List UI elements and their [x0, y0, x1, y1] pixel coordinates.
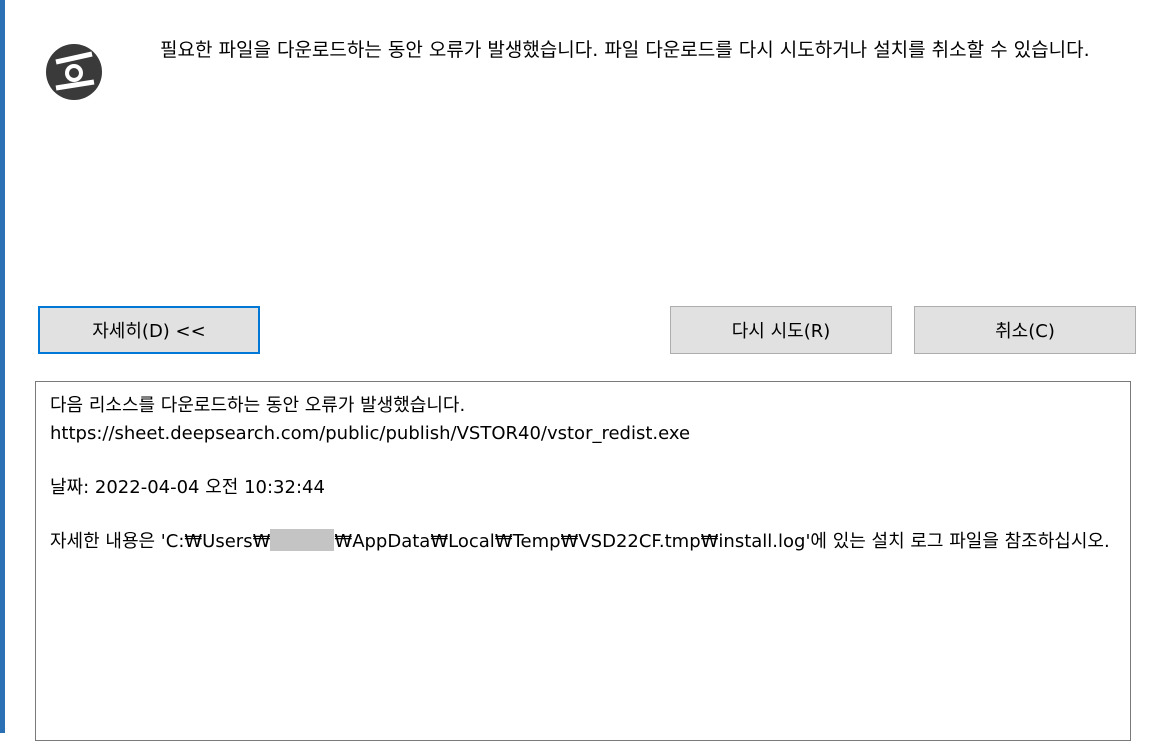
details-log-path: 자세한 내용은 'C:₩Users₩ ₩AppData₩Local₩Temp₩VS…: [50, 528, 1116, 556]
details-resource-url: https://sheet.deepsearch.com/public/publ…: [50, 423, 691, 444]
details-date: 날짜: 2022-04-04 오전 10:32:44: [50, 477, 325, 498]
installer-disc-icon: [46, 44, 102, 100]
details-text-area[interactable]: 다음 리소스를 다운로드하는 동안 오류가 발생했습니다. https://sh…: [35, 381, 1131, 741]
error-message: 필요한 파일을 다운로드하는 동안 오류가 발생했습니다. 파일 다운로드를 다…: [160, 39, 1090, 61]
redacted-username: [270, 529, 335, 551]
retry-button[interactable]: 다시 시도(R): [670, 306, 892, 354]
log-path-suffix: ₩AppData₩Local₩Temp₩VSD22CF.tmp₩install.…: [334, 531, 1110, 552]
cancel-button[interactable]: 취소(C): [914, 306, 1136, 354]
details-error-line: 다음 리소스를 다운로드하는 동안 오류가 발생했습니다.: [50, 395, 466, 416]
log-path-prefix: 자세한 내용은 'C:₩Users₩: [50, 531, 271, 552]
details-button[interactable]: 자세히(D) <<: [38, 306, 260, 354]
window-left-edge: [0, 0, 5, 733]
